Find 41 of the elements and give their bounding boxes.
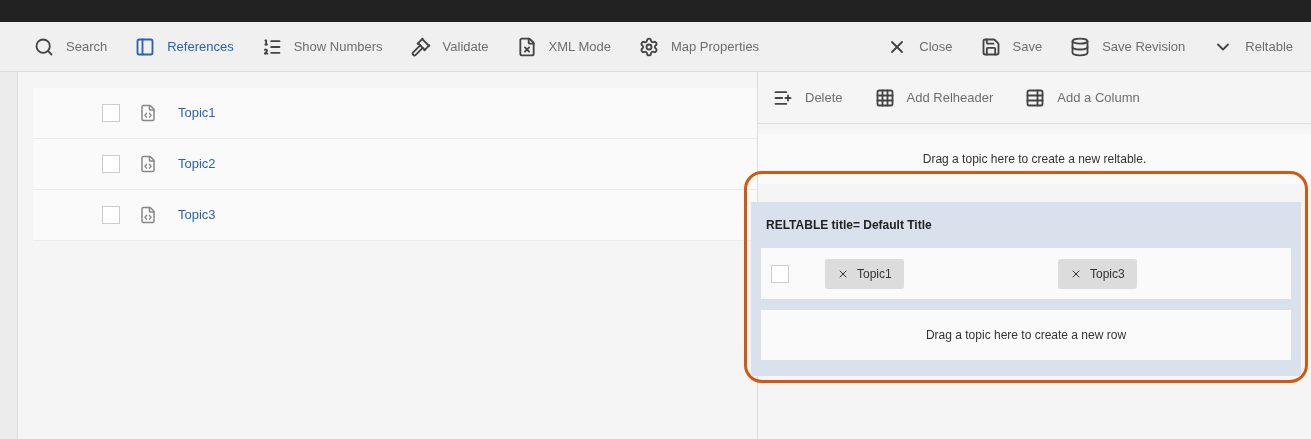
toolbar-button[interactable]: Close <box>887 36 953 57</box>
drop-zone[interactable]: Drag a topic here to create a new row <box>761 310 1291 360</box>
reference-row[interactable]: Topic1 <box>33 88 757 139</box>
settings-icon <box>638 36 659 57</box>
drop-zone[interactable]: Drag a topic here to create a new reltable. <box>758 134 1311 184</box>
toolbar-button[interactable]: XML Mode <box>516 36 611 57</box>
checkbox[interactable] <box>102 206 120 224</box>
checkbox[interactable] <box>102 104 120 122</box>
table-icon <box>1025 87 1046 108</box>
reltable-toolbar-button[interactable]: Add Relheader <box>874 87 994 108</box>
reltable-title: RELTABLE title= Default Title <box>765 217 933 234</box>
reltable-toolbar-button[interactable]: Delete <box>773 87 843 108</box>
topic-tag[interactable]: Topic1 <box>825 258 904 289</box>
database-icon <box>1070 36 1091 57</box>
grid-icon <box>874 87 895 108</box>
toolbar-button[interactable]: Save Revision <box>1070 36 1186 57</box>
topic-icon <box>139 206 157 224</box>
topic-link[interactable]: Topic3 <box>178 205 216 225</box>
toolbar-button[interactable]: References <box>135 36 234 57</box>
save-icon <box>980 36 1001 57</box>
topic-icon <box>139 104 157 122</box>
topic-link[interactable]: Topic1 <box>178 103 216 123</box>
toolbar-button[interactable]: Save <box>980 36 1043 57</box>
topic-icon <box>139 155 157 173</box>
search-icon <box>34 36 54 57</box>
file-x-icon <box>516 36 537 57</box>
checkbox[interactable] <box>771 264 789 283</box>
panel-icon <box>135 36 156 57</box>
gavel-icon <box>410 36 431 57</box>
toolbar-button[interactable]: Show Numbers <box>261 36 383 57</box>
topic-link[interactable]: Topic2 <box>178 154 216 174</box>
reference-row[interactable]: Topic2 <box>33 139 757 190</box>
numbered-list-icon <box>261 36 282 57</box>
topic-tag[interactable]: Topic3 <box>1058 258 1137 289</box>
toolbar-button[interactable]: Validate <box>410 36 489 57</box>
toolbar-button[interactable]: Search <box>34 36 108 57</box>
toolbar-button[interactable]: Map Properties <box>638 36 760 57</box>
reltable-toolbar-button[interactable]: Add a Column <box>1025 87 1140 108</box>
toolbar-button[interactable]: Reltable <box>1213 36 1293 57</box>
checkbox[interactable] <box>102 155 120 173</box>
reference-row[interactable]: Topic3 <box>33 190 757 241</box>
